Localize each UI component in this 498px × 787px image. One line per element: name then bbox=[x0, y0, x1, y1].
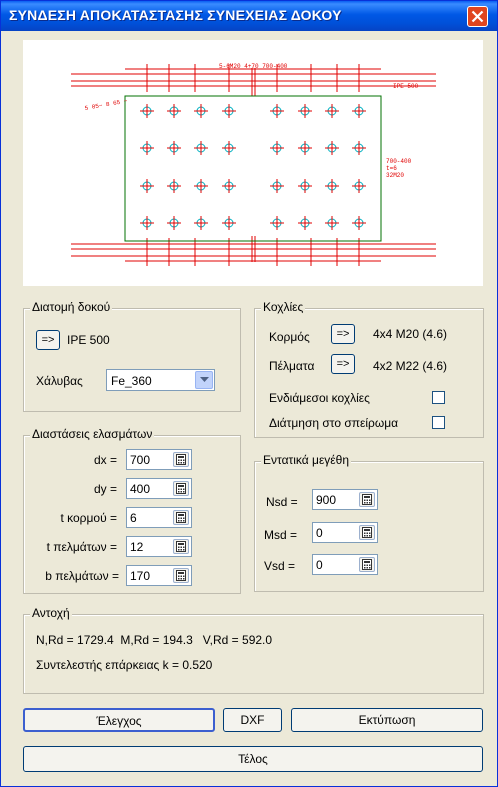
drawing-plate-label-1: 700-400 bbox=[386, 158, 412, 165]
dx-field[interactable]: 700 bbox=[126, 449, 192, 470]
vsd-field[interactable]: 0 bbox=[312, 554, 378, 575]
vsd-value: 0 bbox=[316, 558, 323, 572]
vsd-label: Vsd = bbox=[264, 559, 296, 573]
web-thickness-field[interactable]: 6 bbox=[126, 507, 192, 528]
thread-shear-checkbox[interactable] bbox=[432, 416, 445, 429]
dx-value: 700 bbox=[130, 453, 151, 467]
title-bar[interactable]: ΣΥΝΔΕΣΗ ΑΠΟΚΑΤΑΣΤΑΣΗΣ ΣΥΝΕΧΕΙΑΣ ΔΟΚΟΥ bbox=[1, 1, 497, 31]
flange-width-value: 170 bbox=[130, 569, 151, 583]
intermediate-bolts-label: Ενδιάμεσοι κοχλίες bbox=[269, 391, 370, 405]
calculator-icon[interactable] bbox=[359, 492, 375, 507]
nsd-label: Nsd = bbox=[266, 495, 298, 509]
drawing-plate-label-2: t=6 bbox=[386, 165, 397, 172]
nsd-field[interactable]: 900 bbox=[312, 489, 378, 510]
resistance-groupbox: Αντοχή bbox=[23, 606, 484, 694]
calculator-icon[interactable] bbox=[173, 452, 189, 467]
bolts-group-title: Κοχλίες bbox=[261, 300, 306, 314]
dxf-button[interactable]: DXF bbox=[223, 708, 282, 732]
print-button[interactable]: Εκτύπωση bbox=[291, 708, 483, 732]
calculator-icon[interactable] bbox=[359, 557, 375, 572]
calculator-icon[interactable] bbox=[173, 568, 189, 583]
steel-select[interactable]: Fe_360 bbox=[106, 369, 215, 391]
thread-shear-label: Διάτμηση στο σπείρωμα bbox=[269, 416, 399, 430]
resistance-group-title: Αντοχή bbox=[30, 606, 72, 620]
flange-width-label: b πελμάτων = bbox=[45, 569, 119, 583]
flange-thickness-label: t πελμάτων = bbox=[46, 540, 117, 554]
calculator-icon[interactable] bbox=[173, 510, 189, 525]
section-group-title: Διατομή δοκού bbox=[30, 300, 113, 314]
flange-bolts-label: Πέλματα bbox=[269, 359, 315, 373]
msd-label: Msd = bbox=[264, 528, 298, 542]
close-icon bbox=[471, 10, 484, 23]
drawing-dim-top: 5-6M20 4+70 700-400 bbox=[219, 63, 288, 70]
flange-bolts-button[interactable]: => bbox=[331, 354, 355, 374]
web-bolts-label: Κορμός bbox=[269, 330, 310, 344]
flange-thickness-value: 12 bbox=[130, 540, 144, 554]
check-button[interactable]: Έλεγχος bbox=[23, 708, 215, 732]
web-thickness-value: 6 bbox=[130, 511, 137, 525]
web-bolts-button[interactable]: => bbox=[331, 324, 355, 344]
plates-group-title: Διαστάσεις ελασμάτων bbox=[30, 427, 155, 441]
dy-field[interactable]: 400 bbox=[126, 478, 192, 499]
msd-value: 0 bbox=[316, 526, 323, 540]
close-button[interactable] bbox=[467, 6, 488, 27]
chevron-down-icon[interactable] bbox=[195, 371, 213, 389]
forces-group-title: Εντατικά μεγέθη bbox=[261, 453, 352, 467]
dy-value: 400 bbox=[130, 482, 151, 496]
intermediate-bolts-checkbox[interactable] bbox=[432, 391, 445, 404]
section-value: IPE 500 bbox=[67, 333, 110, 347]
drawing-canvas: 5-6M20 4+70 700-400 IPE 500 5 05~ 8 65 ~… bbox=[71, 63, 436, 266]
dialog-window: ΣΥΝΔΕΣΗ ΑΠΟΚΑΤΑΣΤΑΣΗΣ ΣΥΝΕΧΕΙΑΣ ΔΟΚΟΥ 5-… bbox=[0, 0, 498, 787]
window-title: ΣΥΝΔΕΣΗ ΑΠΟΚΑΤΑΣΤΑΣΗΣ ΣΥΝΕΧΕΙΑΣ ΔΟΚΟΥ bbox=[9, 7, 342, 23]
flange-bolts-value: 4x2 M22 (4.6) bbox=[373, 359, 448, 373]
adequacy-factor: Συντελεστής επάρκειας k = 0.520 bbox=[36, 658, 213, 672]
msd-field[interactable]: 0 bbox=[312, 522, 378, 543]
dx-label: dx = bbox=[93, 453, 117, 467]
nsd-value: 900 bbox=[316, 493, 337, 507]
drawing-section-label: IPE 500 bbox=[393, 83, 419, 90]
calculator-icon[interactable] bbox=[173, 539, 189, 554]
web-bolts-value: 4x4 M20 (4.6) bbox=[373, 327, 448, 341]
drawing-plate-label-3: 32M20 bbox=[386, 172, 404, 179]
connection-drawing: 5-6M20 4+70 700-400 IPE 500 5 05~ 8 65 ~… bbox=[23, 40, 483, 286]
web-thickness-label: t κορμού = bbox=[60, 511, 117, 525]
flange-width-field[interactable]: 170 bbox=[126, 565, 192, 586]
calculator-icon[interactable] bbox=[173, 481, 189, 496]
drawing-dim-left: 5 05~ 8 65 ~ bbox=[84, 98, 128, 112]
dy-label: dy = bbox=[93, 482, 117, 496]
flange-thickness-field[interactable]: 12 bbox=[126, 536, 192, 557]
section-groupbox: Διατομή δοκού bbox=[23, 300, 241, 412]
select-section-button[interactable]: => bbox=[36, 330, 60, 350]
steel-label: Χάλυβας bbox=[36, 374, 83, 388]
steel-select-value: Fe_360 bbox=[111, 374, 152, 388]
calculator-icon[interactable] bbox=[359, 525, 375, 540]
resistance-values: N,Rd = 1729.4 M,Rd = 194.3 V,Rd = 592.0 bbox=[36, 633, 273, 647]
end-button[interactable]: Τέλος bbox=[23, 746, 483, 772]
